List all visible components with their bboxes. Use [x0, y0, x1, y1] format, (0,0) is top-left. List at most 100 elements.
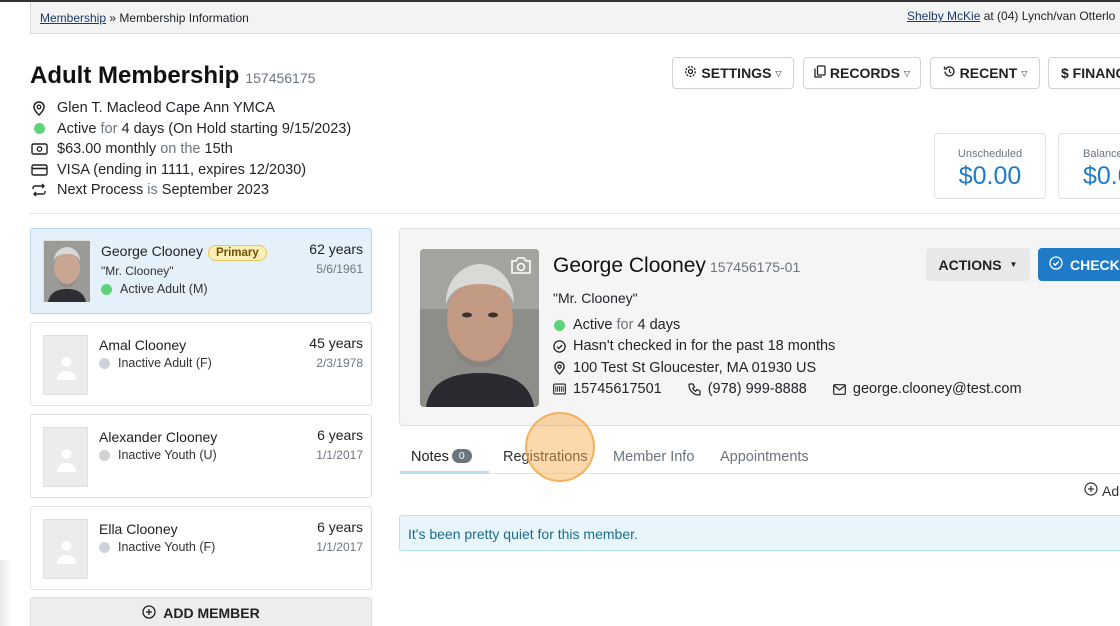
status-for: for	[100, 120, 118, 137]
member-card-george[interactable]: George Clooney Primary "Mr. Clooney" Acti…	[30, 228, 372, 314]
membership-title: Adult Membership	[30, 62, 240, 89]
user-location: at (04) Lynch/van Otterlo	[983, 9, 1116, 23]
member-status-text: Inactive Adult (F)	[118, 356, 212, 370]
notes-count-badge: 0	[451, 449, 472, 463]
detail-status-row: Active for 4 days	[553, 317, 680, 333]
repeat-icon	[30, 183, 48, 197]
balance-value: $0.0	[1083, 162, 1120, 190]
unscheduled-value: $0.00	[958, 162, 1022, 190]
member-age: 6 years	[317, 519, 363, 535]
member-age: 45 years	[309, 335, 363, 351]
payment-row: VISA (ending in 1111, expires 12/2030)	[30, 160, 351, 181]
settings-button[interactable]: SETTINGS ▽	[672, 57, 794, 89]
location-pin-icon	[553, 361, 566, 375]
barcode-icon	[553, 383, 566, 395]
billing-day: 15th	[204, 141, 233, 158]
member-status-text: Inactive Youth (U)	[118, 448, 217, 462]
status-dot-icon	[101, 283, 112, 295]
add-note-button[interactable]: Ad	[1084, 482, 1119, 499]
membership-facts: Glen T. Macleod Cape Ann YMCA Active for…	[30, 98, 351, 201]
balance-card: Balance $0.0	[1058, 133, 1120, 199]
member-status: Inactive Adult (F)	[99, 356, 212, 370]
status-dot-icon	[99, 541, 110, 553]
recent-button[interactable]: RECENT ▽	[930, 57, 1040, 89]
breadcrumb-current: Membership Information	[119, 11, 249, 25]
finance-button[interactable]: $ FINANC	[1048, 57, 1120, 89]
detail-email[interactable]: george.clooney@test.com	[853, 381, 1022, 397]
add-member-label: ADD MEMBER	[163, 605, 260, 621]
member-dob: 1/1/2017	[316, 540, 363, 554]
add-note-label: Ad	[1102, 482, 1120, 499]
detail-checkin-row: Hasn't checked in for the past 18 months	[553, 338, 835, 354]
tab-member-info[interactable]: Member Info	[613, 449, 694, 465]
tab-notes-label: Notes	[411, 449, 449, 465]
primary-badge: Primary	[207, 245, 267, 261]
member-dob: 1/1/2017	[316, 448, 363, 462]
status-duration: 4 days (On Hold starting 9/15/2023)	[121, 120, 352, 137]
member-card-amal[interactable]: Amal Clooney Inactive Adult (F) 45 years…	[30, 322, 372, 406]
plus-circle-icon	[1084, 482, 1098, 499]
camera-icon[interactable]	[510, 256, 532, 280]
recent-label: RECENT	[959, 65, 1018, 81]
current-user: Shelby McKie at (04) Lynch/van Otterlo	[907, 9, 1115, 23]
next-process-date: September 2023	[161, 182, 269, 199]
copy-icon	[814, 65, 826, 81]
user-name-link[interactable]: Shelby McKie	[907, 9, 980, 23]
detail-nickname: "Mr. Clooney"	[553, 290, 638, 306]
actions-button[interactable]: ACTIONS ▼	[926, 248, 1030, 281]
member-name: Amal Clooney	[99, 337, 187, 353]
money-icon	[30, 143, 48, 155]
detail-status-label: Active	[573, 317, 613, 333]
actions-label: ACTIONS	[938, 256, 1002, 273]
next-process-row: Next Process is September 2023	[30, 180, 351, 201]
member-dob: 2/3/1978	[316, 356, 363, 370]
member-status: Inactive Youth (F)	[99, 540, 215, 554]
detail-barcode: 15745617501	[573, 381, 662, 397]
member-card-ella[interactable]: Ella Clooney Inactive Youth (F) 6 years …	[30, 506, 372, 590]
detail-contact-row: 15745617501 (978) 999-8888 george.cloone…	[553, 381, 1022, 397]
next-process-is: is	[147, 182, 158, 199]
branch-name: Glen T. Macleod Cape Ann YMCA	[57, 100, 275, 117]
person-placeholder-icon	[43, 427, 88, 487]
detail-name-text: George Clooney	[553, 254, 706, 277]
caret-down-icon: ▽	[903, 68, 911, 78]
breadcrumb-membership-link[interactable]: Membership	[40, 11, 106, 25]
person-placeholder-icon	[43, 519, 88, 579]
phone-icon	[688, 382, 701, 396]
tab-registrations[interactable]: Registrations	[503, 449, 588, 465]
detail-name: George Clooney 157456175-01	[553, 254, 800, 278]
check-in-label: CHECK	[1070, 256, 1120, 273]
records-button[interactable]: RECORDS ▽	[803, 57, 921, 89]
status-dot-icon	[553, 319, 566, 331]
detail-status-for: for	[616, 317, 634, 333]
credit-card-icon	[30, 164, 48, 176]
location-pin-icon	[30, 100, 48, 116]
detail-address: 100 Test St Gloucester, MA 01930 US	[573, 360, 817, 376]
member-card-alexander[interactable]: Alexander Clooney Inactive Youth (U) 6 y…	[30, 414, 372, 498]
member-dob: 5/6/1961	[316, 262, 363, 276]
tab-notes[interactable]: Notes 0	[411, 449, 472, 465]
check-in-button[interactable]: CHECK	[1038, 248, 1120, 281]
detail-phone[interactable]: (978) 999-8888	[708, 381, 807, 397]
settings-label: SETTINGS	[701, 65, 772, 81]
email-icon	[832, 383, 846, 395]
status-label: Active	[57, 120, 97, 137]
member-name: Alexander Clooney	[99, 429, 218, 445]
detail-member-number: 157456175-01	[709, 259, 801, 275]
billing-on: on the	[160, 141, 201, 158]
tab-underline	[399, 473, 1120, 474]
member-status-text: Active Adult (M)	[120, 282, 208, 296]
status-dot-icon	[99, 357, 110, 369]
gear-icon	[684, 65, 697, 81]
balance-label: Balance	[1083, 148, 1120, 160]
member-nickname: "Mr. Clooney"	[101, 264, 174, 278]
membership-number: 157456175	[245, 70, 316, 86]
member-name: George Clooney Primary	[101, 243, 267, 261]
caret-down-icon: ▽	[1021, 68, 1028, 78]
detail-checkin-text: Hasn't checked in for the past 18 months	[573, 338, 836, 354]
tab-appointments[interactable]: Appointments	[720, 449, 809, 465]
add-member-button[interactable]: ADD MEMBER	[30, 597, 372, 626]
records-label: RECORDS	[829, 65, 900, 81]
history-icon	[943, 65, 956, 81]
detail-status-duration: 4 days	[637, 317, 681, 333]
